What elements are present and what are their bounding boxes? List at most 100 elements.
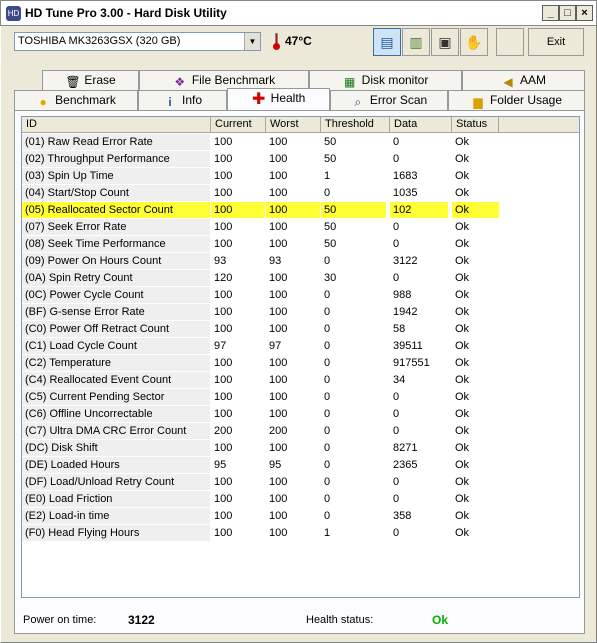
table-row[interactable]: (C2) Temperature 100 100 0 917551 Ok (22, 355, 498, 372)
table-row[interactable]: (DE) Loaded Hours 95 95 0 2365 Ok (22, 457, 498, 474)
save-screenshot-button[interactable]: ▣ (431, 28, 459, 56)
cell-worst: 100 (269, 323, 288, 335)
column-header-current[interactable]: Current (211, 117, 266, 133)
cell-id: (03) Spin Up Time (22, 168, 210, 184)
minimize-button[interactable]: _ (542, 5, 559, 21)
maximize-button[interactable]: □ (559, 5, 576, 21)
cell-data: 0 (393, 476, 400, 488)
tab-folder-usage[interactable]: ▆ Folder Usage (448, 90, 585, 110)
cell-current: 100 (214, 374, 233, 386)
tab-file-benchmark[interactable]: ❖ File Benchmark (139, 70, 309, 90)
table-row[interactable]: (C0) Power Off Retract Count 100 100 0 58 Ok (22, 321, 498, 338)
close-button[interactable]: × (576, 5, 593, 21)
tab-disk-monitor[interactable]: ▦ Disk monitor (309, 70, 462, 90)
info-icon: i (168, 95, 172, 109)
cell-status: Ok (455, 425, 470, 437)
cell-status: Ok (455, 408, 470, 420)
cell-id: (E2) Load-in time (22, 508, 210, 524)
table-row[interactable]: (07) Seek Error Rate 100 100 50 0 Ok (22, 219, 498, 236)
cell-threshold: 50 (324, 238, 337, 250)
drive-select-value: TOSHIBA MK3263GSX (320 GB) (18, 35, 181, 47)
tab-label: Erase (84, 73, 116, 87)
table-row[interactable]: (05) Reallocated Sector Count 100 100 50 102… (22, 202, 499, 219)
copy-screenshot-button[interactable]: ▥ (402, 28, 430, 56)
cell-worst: 100 (269, 374, 288, 386)
column-header-data[interactable]: Data (390, 117, 452, 133)
table-row[interactable]: (03) Spin Up Time 100 100 1 1683 Ok (22, 168, 498, 185)
tab-label: Benchmark (55, 93, 116, 107)
cell-worst: 100 (269, 391, 288, 403)
column-header-worst[interactable]: Worst (266, 117, 321, 133)
table-row[interactable]: (04) Start/Stop Count 100 100 0 1035 Ok (22, 185, 498, 202)
table-row[interactable]: (DC) Disk Shift 100 100 0 8271 Ok (22, 440, 498, 457)
table-row[interactable]: (0A) Spin Retry Count 120 100 30 0 Ok (22, 270, 498, 287)
cell-current: 100 (214, 170, 233, 182)
table-row[interactable]: (09) Power On Hours Count 93 93 0 3122 Ok (22, 253, 498, 270)
cell-threshold: 0 (324, 476, 331, 488)
cell-threshold: 0 (324, 289, 331, 301)
table-row[interactable]: (C6) Offline Uncorrectable 100 100 0 0 Ok (22, 406, 498, 423)
file-benchmark-icon: ❖ (174, 75, 186, 89)
table-row[interactable]: (0C) Power Cycle Count 100 100 0 988 Ok (22, 287, 498, 304)
cell-id: (DE) Loaded Hours (22, 457, 210, 473)
cell-data: 3122 (393, 255, 418, 267)
cell-id: (C1) Load Cycle Count (22, 338, 210, 354)
cell-worst: 100 (269, 527, 288, 539)
cell-data: 2365 (393, 459, 418, 471)
copy-text-button[interactable]: ▤ (373, 28, 401, 56)
cell-id: (C5) Current Pending Sector (22, 389, 210, 405)
tab-erase[interactable]: 🗑 Erase (42, 70, 139, 90)
table-row[interactable]: (C7) Ultra DMA CRC Error Count 200 200 0 0 Ok (22, 423, 498, 440)
cell-id: (0A) Spin Retry Count (22, 270, 210, 286)
table-row[interactable]: (C1) Load Cycle Count 97 97 0 39511 Ok (22, 338, 498, 355)
table-row[interactable]: (08) Seek Time Performance 100 100 50 0 Ok (22, 236, 498, 253)
smart-table[interactable]: ID Current Worst Threshold Data Status (… (21, 116, 580, 598)
table-row[interactable]: (C5) Current Pending Sector 100 100 0 0 Ok (22, 389, 498, 406)
table-row[interactable]: (E0) Load Friction 100 100 0 0 Ok (22, 491, 498, 508)
cell-current: 120 (214, 272, 233, 284)
table-row[interactable]: (E2) Load-in time 100 100 0 358 Ok (22, 508, 498, 525)
table-row[interactable]: (C4) Reallocated Event Count 100 100 0 34 Ok (22, 372, 498, 389)
chevron-down-icon[interactable]: ▼ (244, 33, 260, 50)
cell-threshold: 1 (324, 527, 331, 539)
options-button[interactable]: ✋ (460, 28, 488, 56)
cell-current: 100 (214, 153, 233, 165)
cell-id: (07) Seek Error Rate (22, 219, 210, 235)
cell-id: (01) Raw Read Error Rate (22, 134, 210, 150)
tab-benchmark[interactable]: ● Benchmark (14, 90, 138, 110)
app-icon: HD (6, 6, 21, 21)
cell-id: (02) Throughput Performance (22, 151, 210, 167)
tab-aam[interactable]: ◀ AAM (462, 70, 585, 90)
cell-id: (C6) Offline Uncorrectable (22, 406, 210, 422)
cell-id: (04) Start/Stop Count (22, 185, 210, 201)
table-row[interactable]: (01) Raw Read Error Rate 100 100 50 0 Ok (22, 134, 498, 151)
cell-id: (C7) Ultra DMA CRC Error Count (22, 423, 210, 439)
column-header-id[interactable]: ID (22, 117, 211, 133)
blank-toolbar-button[interactable] (496, 28, 524, 56)
health-status-label: Health status: (306, 614, 374, 626)
column-header-status[interactable]: Status (452, 117, 499, 133)
cell-data: 988 (393, 289, 412, 301)
cell-worst: 100 (269, 442, 288, 454)
column-header-threshold[interactable]: Threshold (321, 117, 390, 133)
cell-worst: 100 (269, 272, 288, 284)
table-row[interactable]: (BF) G-sense Error Rate 100 100 0 1942 Ok (22, 304, 498, 321)
cell-data: 0 (393, 238, 400, 250)
cell-current: 95 (214, 459, 227, 471)
cell-status: Ok (455, 323, 470, 335)
tab-health[interactable]: ✚ Health (227, 88, 330, 110)
drive-select[interactable]: TOSHIBA MK3263GSX (320 GB) ▼ (14, 32, 261, 51)
cell-threshold: 0 (324, 493, 331, 505)
cell-current: 100 (214, 221, 233, 233)
table-row[interactable]: (F0) Head Flying Hours 100 100 1 0 Ok (22, 525, 498, 542)
exit-button[interactable]: Exit (528, 28, 584, 56)
cell-status: Ok (455, 187, 470, 199)
tab-label: Error Scan (369, 93, 428, 107)
health-panel: ID Current Worst Threshold Data Status (… (14, 110, 585, 634)
tab-info[interactable]: i Info (138, 90, 227, 110)
cell-status: Ok (455, 255, 470, 267)
table-row[interactable]: (DF) Load/Unload Retry Count 100 100 0 0 Ok (22, 474, 498, 491)
cell-threshold: 0 (324, 357, 331, 369)
tab-error-scan[interactable]: ⌕ Error Scan (330, 90, 448, 110)
table-row[interactable]: (02) Throughput Performance 100 100 50 0 Ok (22, 151, 498, 168)
